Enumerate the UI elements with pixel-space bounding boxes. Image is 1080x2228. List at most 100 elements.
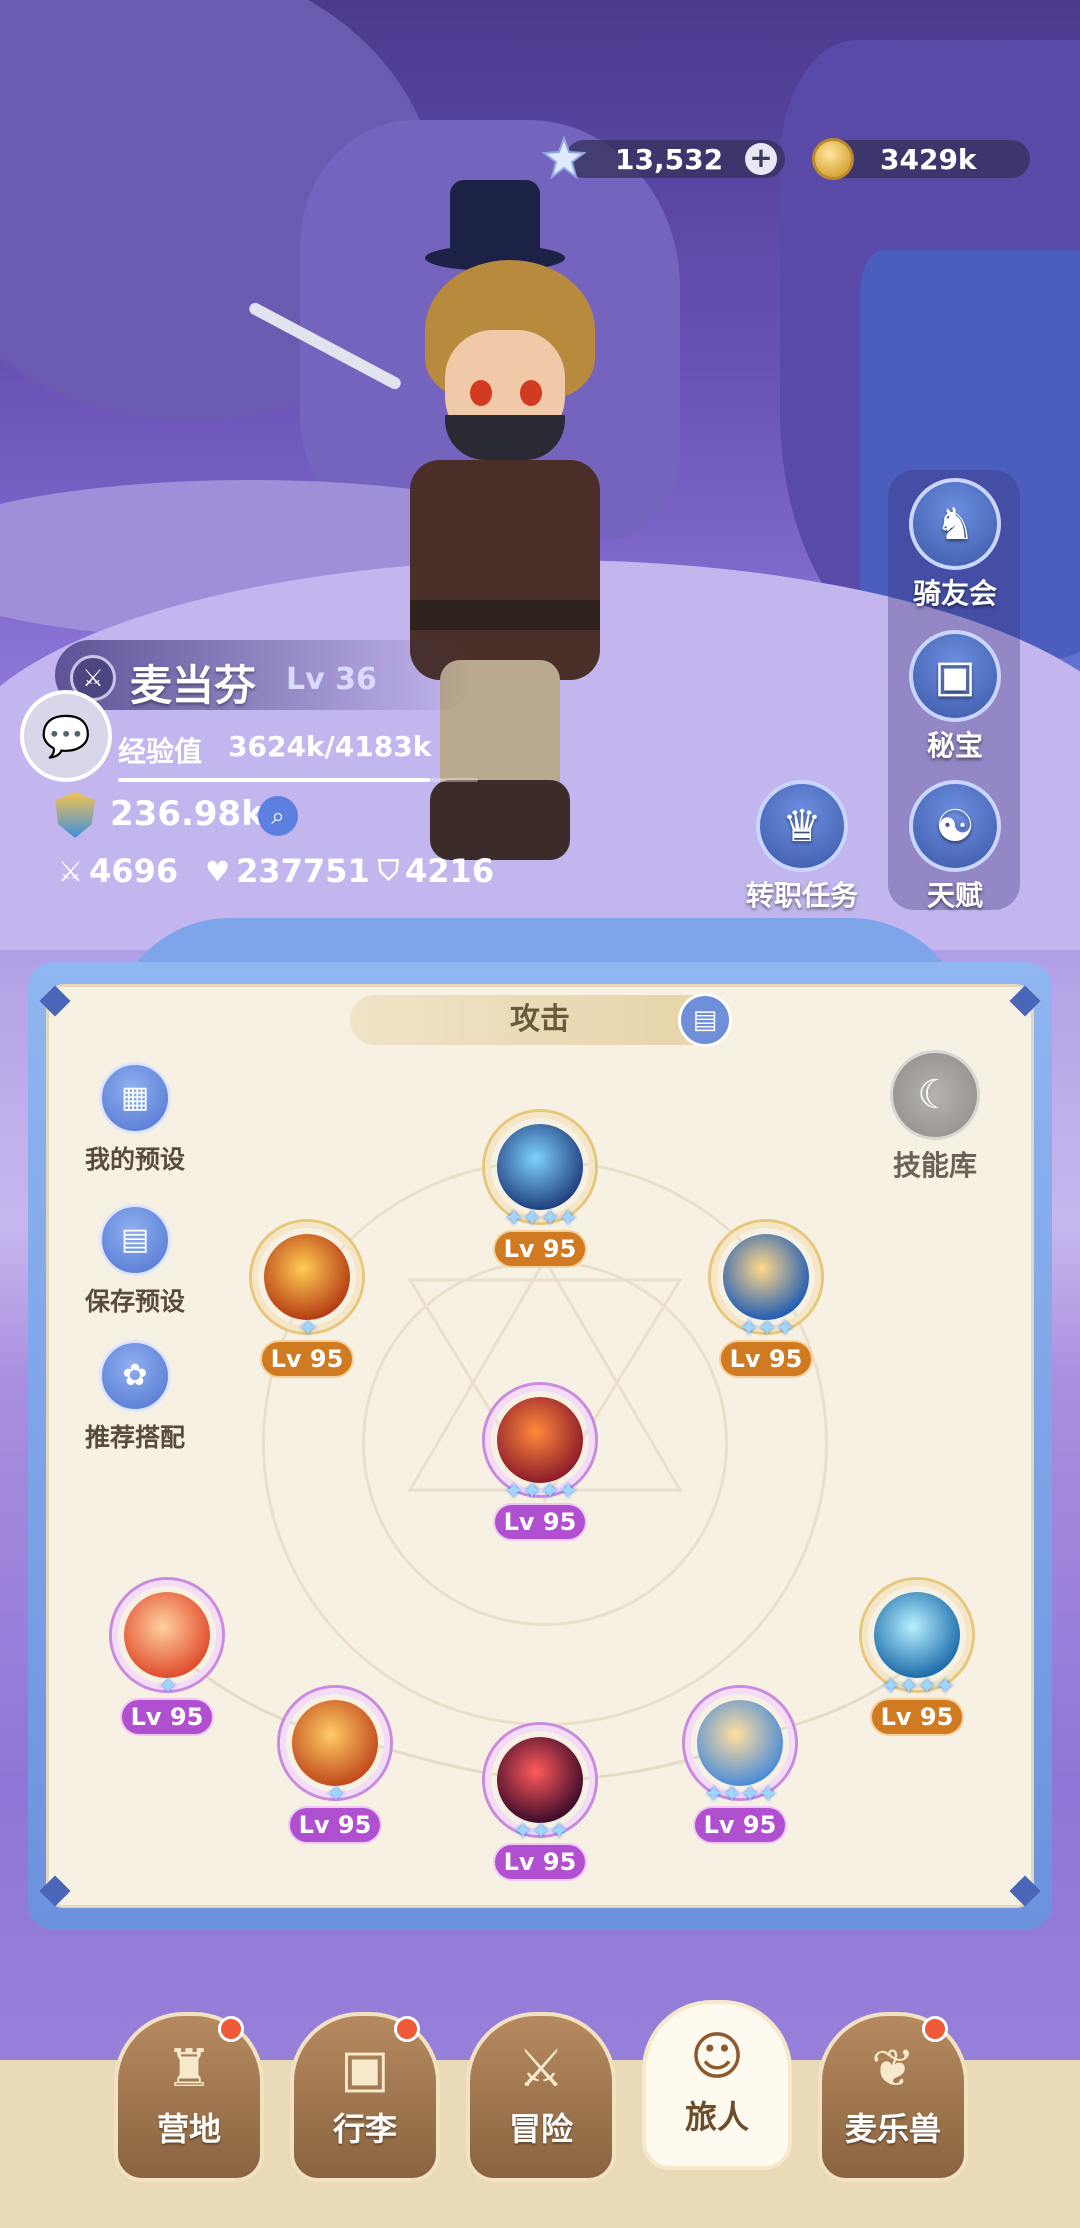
player-level: Lv 36 (286, 662, 377, 697)
skill-icon (264, 1234, 350, 1320)
player-name: 麦当芬 (130, 661, 257, 710)
skill-level-badge: Lv 95 (495, 1845, 585, 1879)
skill-star-rank: ✦✦✦✦ (503, 1477, 578, 1505)
rider-club-button[interactable]: ♞ 骑友会 (900, 478, 1010, 612)
chat-button[interactable]: 💬 (20, 690, 112, 782)
skill-slot-bottom-2[interactable]: ✦ Lv 95 (270, 1688, 400, 1858)
pet-face-icon: ❦ (871, 2039, 915, 2099)
add-gems-button[interactable]: + (745, 143, 777, 175)
skill-icon (723, 1234, 809, 1320)
star-gem-icon (542, 136, 586, 180)
skill-slot-bottom-3[interactable]: ✦✦✦ Lv 95 (475, 1725, 605, 1895)
skill-star-rank: ✦ (297, 1314, 318, 1342)
nav-tab-label: 营地 (156, 2110, 221, 2148)
talent-label: 天赋 (926, 879, 983, 912)
skill-level-badge: Lv 95 (872, 1700, 962, 1734)
skill-icon (497, 1124, 583, 1210)
skill-icon (697, 1700, 783, 1786)
treasure-chest-icon: ▣ (909, 630, 1001, 722)
recommend-icon: ✿ (99, 1340, 171, 1412)
skill-slot-bottom-1[interactable]: ✦ Lv 95 (102, 1580, 232, 1750)
notification-badge (218, 2016, 244, 2042)
nav-tab-label: 麦乐兽 (844, 2110, 941, 2148)
exp-label: 经验值 (118, 735, 203, 768)
skill-icon (497, 1397, 583, 1483)
nav-tab-luggage[interactable]: ▣ 行李 (290, 2012, 440, 2182)
horse-head-icon: ♞ (909, 478, 1001, 570)
exp-progress-fill (118, 778, 430, 782)
combat-power-value: 236.98k (110, 794, 264, 834)
skill-slot-bottom-5[interactable]: ✦✦✦✦ Lv 95 (852, 1580, 982, 1750)
skill-level-badge: Lv 95 (262, 1342, 352, 1376)
preset-cards-icon: ▦ (99, 1062, 171, 1134)
crossed-swords-icon: ⚔ (58, 854, 84, 888)
nav-tab-label: 行李 (332, 2110, 397, 2148)
skill-slot-left[interactable]: ✦ Lv 95 (242, 1222, 372, 1392)
save-preset-label: 保存预设 (84, 1287, 185, 1316)
nav-tab-label: 旅人 (684, 2098, 749, 2136)
belt (410, 600, 600, 630)
traveler-face-icon: ☺ (689, 2027, 745, 2087)
save-preset-button[interactable]: ▤ 保存预设 (70, 1204, 200, 1318)
job-change-label: 转职任务 (745, 879, 858, 912)
face-mask (445, 415, 565, 460)
eye (520, 380, 542, 406)
skill-star-rank: ✦✦✦ (738, 1314, 795, 1342)
nav-tab-pets[interactable]: ❦ 麦乐兽 (818, 2012, 968, 2182)
skill-library-button[interactable]: ☾ 技能库 (880, 1050, 990, 1184)
attack-stat: ⚔ 4696 (58, 852, 178, 890)
my-presets-label: 我的预设 (84, 1145, 185, 1174)
gem-amount: 13,532 (615, 142, 724, 176)
skill-icon (124, 1592, 210, 1678)
hp-value: 237751 (236, 852, 370, 890)
skill-icon (497, 1737, 583, 1823)
skill-category-tab[interactable]: 攻击 (350, 995, 730, 1045)
backpack-icon: ▣ (340, 2039, 390, 2099)
crown-quest-icon: ♛ (756, 780, 848, 872)
rider-club-label: 骑友会 (912, 577, 997, 610)
skill-level-badge: Lv 95 (122, 1700, 212, 1734)
skill-slot-center[interactable]: ✦✦✦✦ Lv 95 (475, 1385, 605, 1555)
save-floppy-icon: ▤ (99, 1204, 171, 1276)
skill-star-rank: ✦ (157, 1672, 178, 1700)
recommended-setup-label: 推荐搭配 (84, 1423, 185, 1452)
power-detail-search-button[interactable]: ⌕ (258, 796, 298, 836)
talent-button[interactable]: ☯ 天赋 (900, 780, 1010, 914)
nav-tab-adventure[interactable]: ⚔ 冒险 (466, 2012, 616, 2182)
skill-slot-bottom-4[interactable]: ✦✦✦✦ Lv 95 (675, 1688, 805, 1858)
my-presets-button[interactable]: ▦ 我的预设 (70, 1062, 200, 1176)
skill-star-rank: ✦✦✦✦ (703, 1780, 778, 1808)
skill-library-label: 技能库 (892, 1149, 977, 1182)
top-hat (450, 180, 540, 255)
recommended-setup-button[interactable]: ✿ 推荐搭配 (70, 1340, 200, 1454)
shield-icon: ⛉ (378, 854, 400, 887)
gold-coin-icon (812, 138, 854, 180)
player-character[interactable] (247, 180, 750, 900)
hp-stat: ♥ 237751 (205, 852, 370, 890)
skill-icon (874, 1592, 960, 1678)
skill-level-badge: Lv 95 (721, 1342, 811, 1376)
player-info-backdrop (55, 640, 475, 710)
defense-stat: ⛉ 4216 (378, 852, 494, 890)
skill-star-rank: ✦ (325, 1780, 346, 1808)
tab-title: 攻击 (510, 1002, 570, 1037)
chat-icon: 💬 (41, 713, 91, 760)
skill-slot-right[interactable]: ✦✦✦ Lv 95 (701, 1222, 831, 1392)
skill-slot-top[interactable]: ✦✦✦✦ Lv 95 (475, 1112, 605, 1282)
nav-tab-traveler[interactable]: ☺ 旅人 (642, 2000, 792, 2170)
skill-level-badge: Lv 95 (290, 1808, 380, 1842)
notification-badge (394, 2016, 420, 2042)
boots (430, 780, 570, 860)
job-change-quest-button[interactable]: ♛ 转职任务 (742, 780, 862, 914)
skill-star-rank: ✦✦✦✦ (503, 1204, 578, 1232)
eye (470, 380, 492, 406)
nav-tab-camp[interactable]: ♜ 营地 (114, 2012, 264, 2182)
skill-level-badge: Lv 95 (495, 1505, 585, 1539)
treasure-button[interactable]: ▣ 秘宝 (900, 630, 1010, 764)
skill-guide-book-icon[interactable]: ▤ (678, 993, 732, 1047)
defense-value: 4216 (405, 852, 495, 890)
nav-tab-label: 冒险 (508, 2110, 573, 2148)
skill-star-rank: ✦✦✦✦ (880, 1672, 955, 1700)
castle-icon: ♜ (165, 2039, 213, 2099)
gold-amount: 3429k (880, 142, 977, 176)
